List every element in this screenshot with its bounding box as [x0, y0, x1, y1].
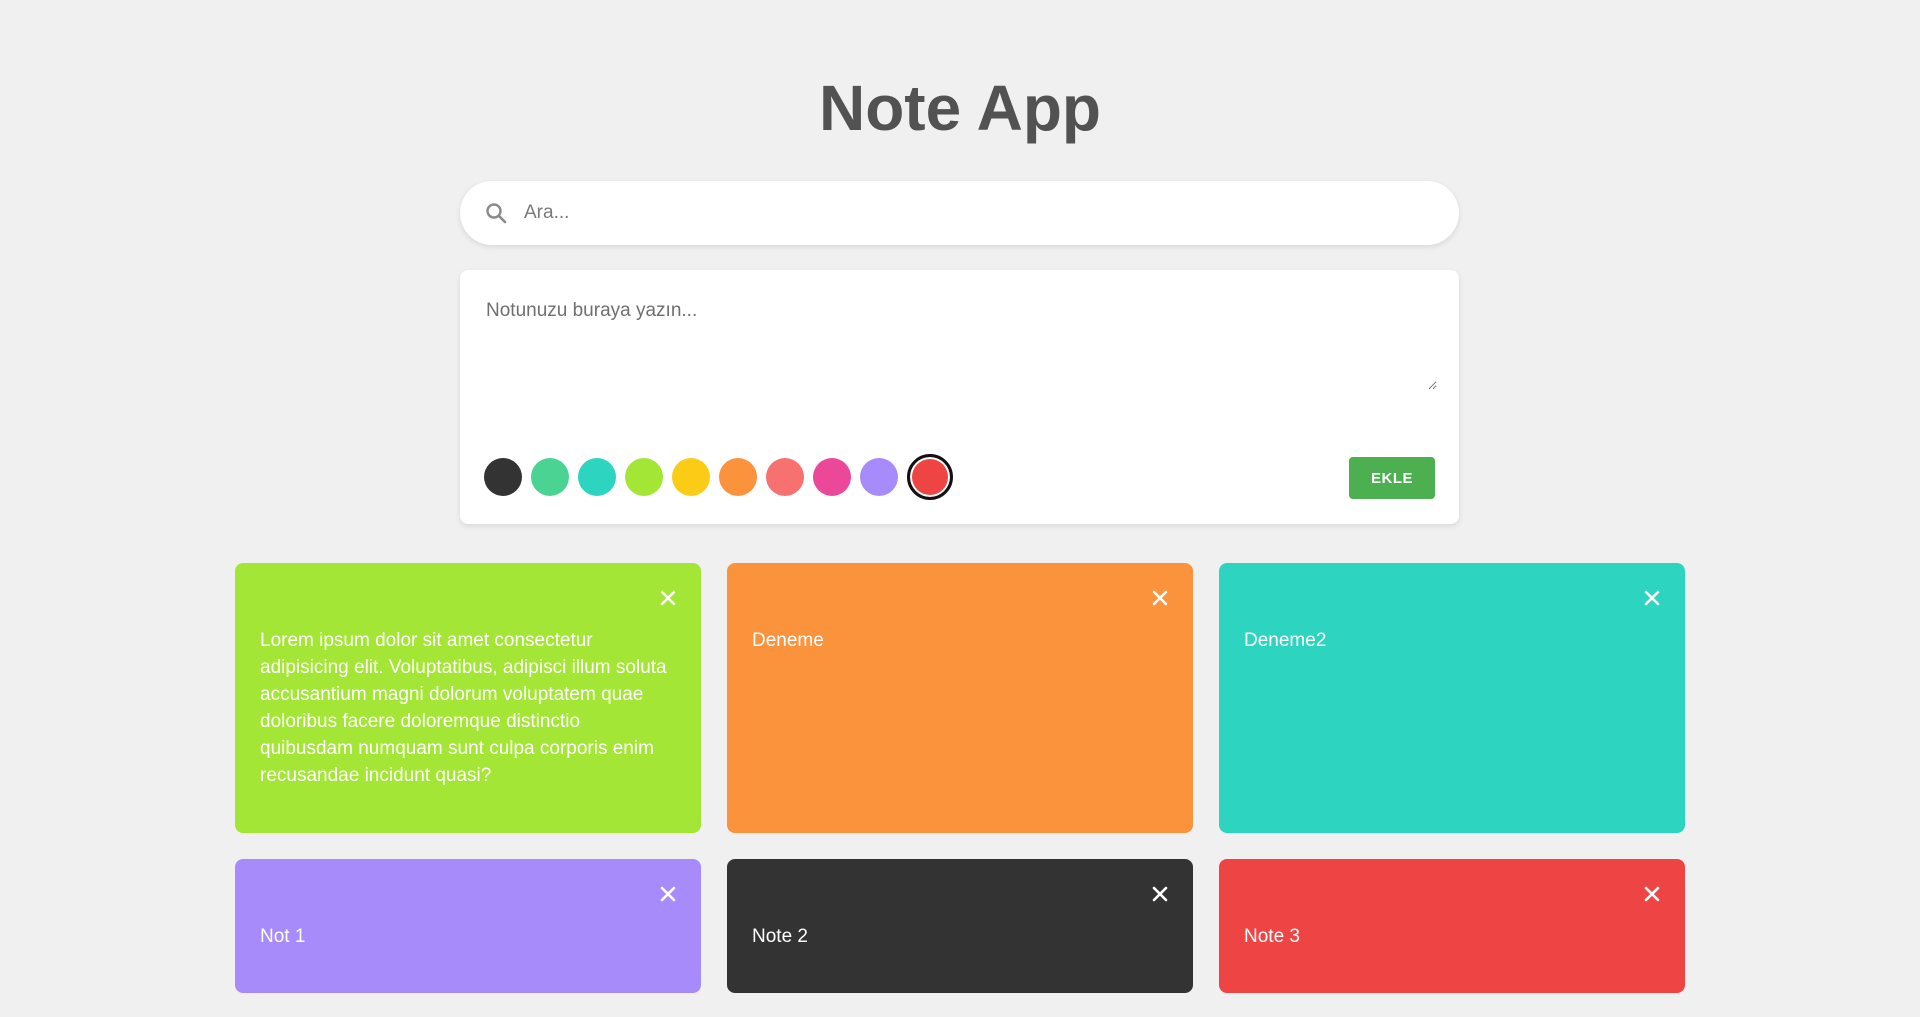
close-icon[interactable]: [659, 589, 677, 607]
note-text: Lorem ipsum dolor sit amet consectetur a…: [260, 630, 667, 786]
note-card: Note 3: [1219, 859, 1685, 993]
close-icon[interactable]: [1643, 589, 1661, 607]
color-swatch[interactable]: [766, 458, 804, 496]
note-card: Not 1: [235, 859, 701, 993]
note-text: Note 3: [1244, 926, 1300, 947]
color-swatch[interactable]: [719, 458, 757, 496]
color-swatch[interactable]: [484, 458, 522, 496]
close-icon[interactable]: [659, 885, 677, 903]
note-card: Note 2: [727, 859, 1193, 993]
note-text: Deneme2: [1244, 630, 1327, 651]
close-icon[interactable]: [1643, 885, 1661, 903]
note-text: Deneme: [752, 630, 824, 651]
close-icon[interactable]: [1151, 589, 1169, 607]
note-textarea[interactable]: [484, 294, 1437, 390]
color-swatch[interactable]: [531, 458, 569, 496]
add-note-button[interactable]: EKLE: [1349, 457, 1435, 499]
note-text: Note 2: [752, 926, 808, 947]
note-composer: EKLE: [460, 270, 1459, 524]
note-text: Not 1: [260, 926, 306, 947]
notes-grid: Lorem ipsum dolor sit amet consectetur a…: [235, 563, 1685, 993]
page-title: Note App: [818, 72, 1102, 144]
search-bar: [460, 181, 1459, 245]
note-card: Lorem ipsum dolor sit amet consectetur a…: [235, 563, 701, 833]
note-app: Note App EKLE Lorem ipsum dolor sit amet…: [0, 0, 1920, 1017]
color-swatch[interactable]: [860, 458, 898, 496]
color-swatch[interactable]: [578, 458, 616, 496]
color-swatch[interactable]: [813, 458, 851, 496]
note-card: Deneme: [727, 563, 1193, 833]
color-swatch[interactable]: [625, 458, 663, 496]
note-card: Deneme2: [1219, 563, 1685, 833]
color-swatch-selected[interactable]: [907, 454, 953, 500]
color-swatch[interactable]: [672, 458, 710, 496]
search-icon: [486, 203, 507, 224]
close-icon[interactable]: [1151, 885, 1169, 903]
search-input[interactable]: [524, 193, 1459, 233]
color-picker: [484, 454, 953, 500]
